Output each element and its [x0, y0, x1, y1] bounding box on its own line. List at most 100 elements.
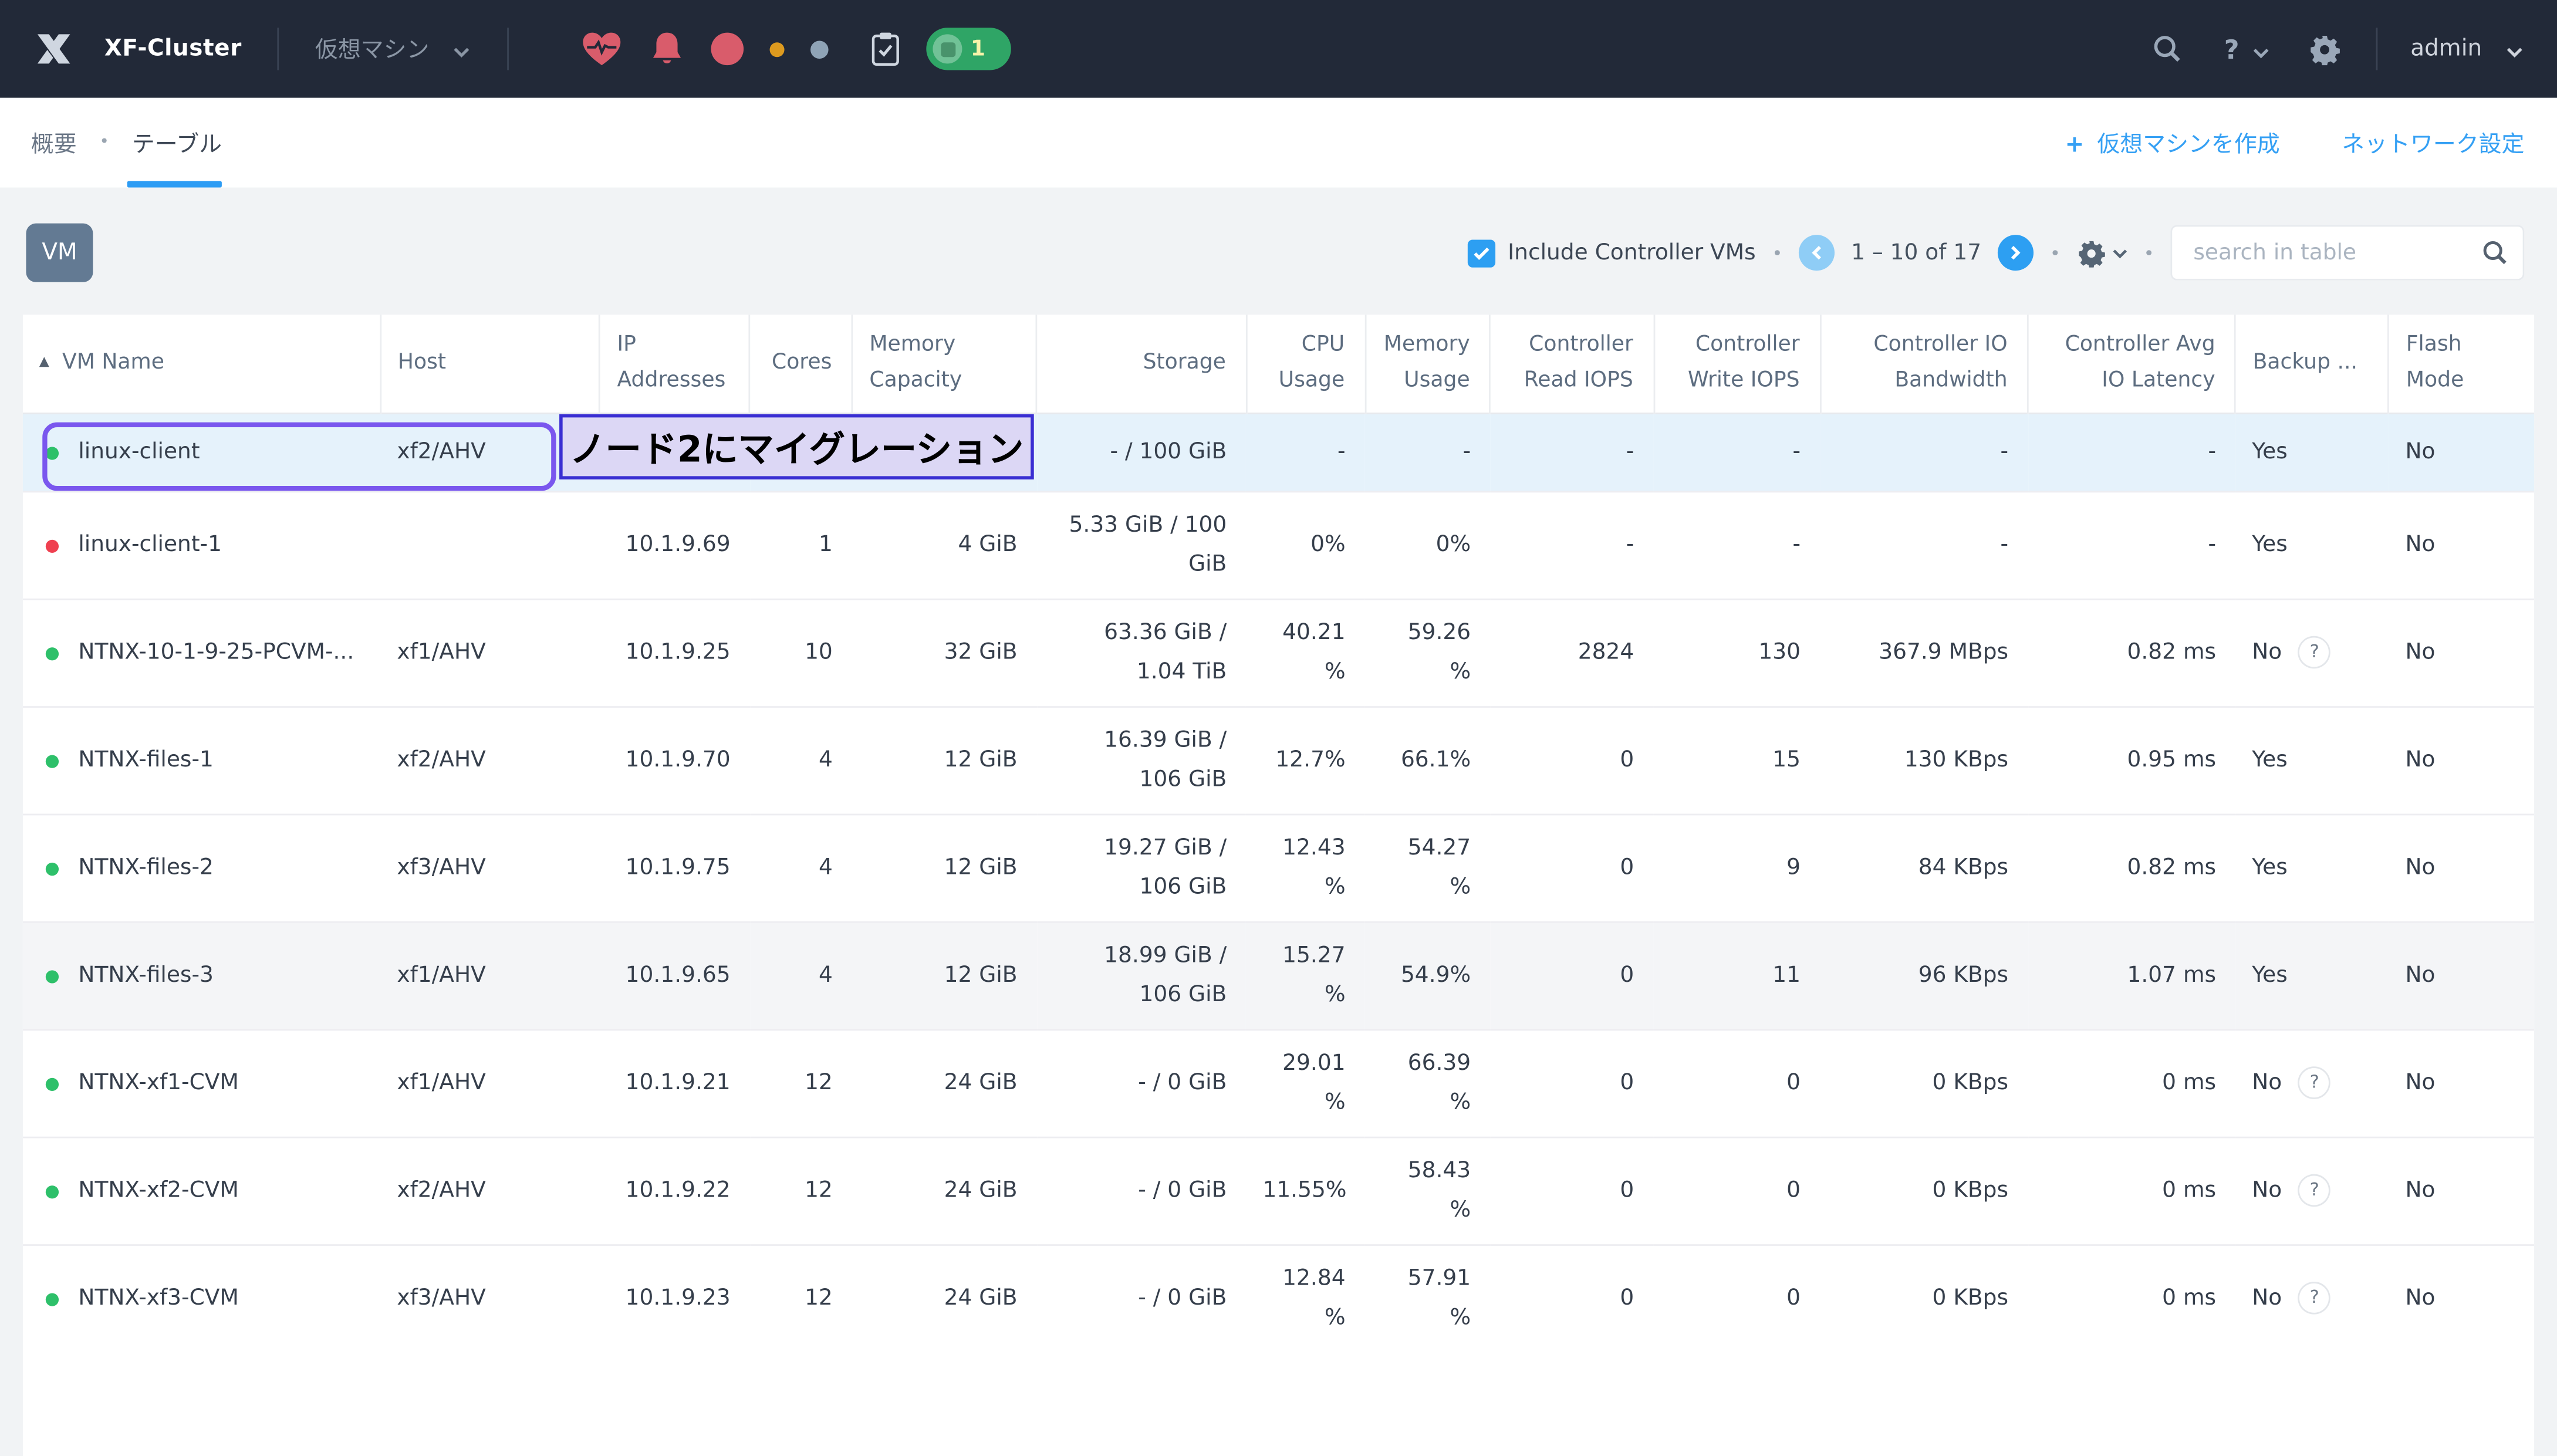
cell-flash: No — [2389, 492, 2534, 599]
table-row[interactable]: NTNX-10-1-9-25-PCVM-...xf1/AHV10.1.9.251… — [23, 599, 2534, 707]
vm-entity-button[interactable]: VM — [26, 224, 93, 282]
tab-overview[interactable]: 概要 — [31, 126, 77, 159]
vm-table: ▲VM NameHostIP AddressesCoresMemory Capa… — [23, 315, 2534, 1353]
cell-read-iops: 0 — [1490, 922, 1653, 1029]
chevron-down-icon[interactable] — [452, 33, 471, 65]
cell-backup: No? — [2235, 1030, 2389, 1137]
create-vm-button[interactable]: +仮想マシンを作成 — [2065, 126, 2280, 159]
top-navbar: XF-Cluster 仮想マシン — [0, 0, 2557, 98]
table-header-row: ▲VM NameHostIP AddressesCoresMemory Capa… — [23, 315, 2534, 413]
cell-io-bandwidth: 367.9 MBps — [1820, 599, 2028, 707]
cell-cores: 12 — [750, 1137, 852, 1245]
cell-backup: Yes — [2235, 922, 2389, 1029]
cell-ip: 10.1.9.69 — [600, 492, 750, 599]
table-settings-gear-icon[interactable] — [2077, 239, 2127, 266]
column-header-controller-read-iops[interactable]: Controller Read IOPS — [1490, 315, 1653, 413]
search-icon[interactable] — [2152, 34, 2181, 63]
cell-flash: No — [2389, 413, 2534, 491]
network-config-button[interactable]: ネットワーク設定 — [2342, 126, 2524, 159]
pagination-prev-button[interactable] — [1799, 235, 1835, 271]
vm-name[interactable]: NTNX-xf3-CVM — [78, 1280, 238, 1319]
backup-help-icon[interactable]: ? — [2298, 1282, 2331, 1315]
column-header-flash-mode[interactable]: Flash Mode — [2389, 315, 2534, 413]
include-controller-vms-checkbox[interactable] — [1467, 239, 1495, 266]
table-row[interactable]: NTNX-files-2xf3/AHV10.1.9.75412 GiB19.27… — [23, 815, 2534, 922]
settings-gear-icon[interactable] — [2309, 33, 2340, 65]
vm-name[interactable]: NTNX-10-1-9-25-PCVM-... — [78, 634, 354, 673]
column-header-host[interactable]: Host — [381, 315, 600, 413]
cell-ip: 10.1.9.21 — [600, 1030, 750, 1137]
cell-io-latency: 1.07 ms — [2028, 922, 2235, 1029]
cell-memory: 12 GiB — [852, 922, 1037, 1029]
column-header-cpu-usage[interactable]: CPU Usage — [1247, 315, 1365, 413]
cell-io-bandwidth: 84 KBps — [1820, 815, 2028, 922]
vm-name[interactable]: NTNX-xf1-CVM — [78, 1065, 238, 1103]
vm-name[interactable]: linux-client — [78, 433, 200, 472]
backup-help-icon[interactable]: ? — [2298, 1066, 2331, 1099]
pagination-next-button[interactable] — [1998, 235, 2034, 271]
tasks-clipboard-icon[interactable] — [871, 31, 900, 67]
cell-flash: No — [2389, 815, 2534, 922]
alerts-bell-icon[interactable] — [649, 29, 685, 69]
column-header-memory-capacity[interactable]: Memory Capacity — [852, 315, 1037, 413]
column-header-ip-addresses[interactable]: IP Addresses — [600, 315, 750, 413]
help-chevron-down-icon[interactable] — [2252, 33, 2271, 65]
table-row[interactable]: NTNX-files-3xf1/AHV10.1.9.65412 GiB18.99… — [23, 922, 2534, 1029]
column-header-vm-name[interactable]: ▲VM Name — [23, 315, 381, 413]
table-row[interactable]: linux-client-110.1.9.6914 GiB5.33 GiB / … — [23, 492, 2534, 599]
cell-cpu: 29.01 % — [1247, 1030, 1365, 1137]
column-header-cores[interactable]: Cores — [750, 315, 852, 413]
column-header-backup[interactable]: Backup ... — [2235, 315, 2389, 413]
cell-name: NTNX-files-2 — [23, 815, 381, 922]
column-header-memory-usage[interactable]: Memory Usage — [1365, 315, 1491, 413]
cell-name: linux-client-1 — [23, 492, 381, 599]
user-menu[interactable]: admin — [2410, 36, 2482, 62]
cell-memory-usage: 66.39 % — [1365, 1030, 1491, 1137]
help-icon[interactable]: ? — [2224, 33, 2240, 65]
table-row[interactable]: NTNX-xf1-CVMxf1/AHV10.1.9.211224 GiB- / … — [23, 1030, 2534, 1137]
tab-table[interactable]: テーブル — [132, 126, 222, 159]
table-row[interactable]: NTNX-xf3-CVMxf3/AHV10.1.9.231224 GiB- / … — [23, 1245, 2534, 1353]
column-header-controller-write-iops[interactable]: Controller Write IOPS — [1654, 315, 1820, 413]
backup-help-icon[interactable]: ? — [2298, 636, 2331, 668]
table-row[interactable]: NTNX-xf2-CVMxf2/AHV10.1.9.221224 GiB- / … — [23, 1137, 2534, 1245]
vm-name[interactable]: NTNX-files-3 — [78, 957, 214, 995]
cell-io-latency: 0.82 ms — [2028, 599, 2235, 707]
cell-read-iops: 0 — [1490, 1245, 1653, 1353]
user-chevron-down-icon[interactable] — [2505, 33, 2524, 65]
table-row[interactable]: NTNX-files-1xf2/AHV10.1.9.70412 GiB16.39… — [23, 707, 2534, 815]
cell-io-latency: 0 ms — [2028, 1030, 2235, 1137]
backup-help-icon[interactable]: ? — [2298, 1174, 2331, 1207]
separator-dot: • — [2050, 242, 2061, 264]
cell-io-bandwidth: 0 KBps — [1820, 1030, 2028, 1137]
cell-flash: No — [2389, 1030, 2534, 1137]
active-tab-underline — [127, 181, 222, 187]
running-tasks-badge[interactable]: 1 — [927, 28, 1011, 70]
vm-name[interactable]: linux-client-1 — [78, 526, 222, 565]
warning-alert-dot[interactable] — [770, 42, 785, 56]
cell-backup: No? — [2235, 599, 2389, 707]
cell-memory: 24 GiB — [852, 1030, 1037, 1137]
section-dropdown[interactable]: 仮想マシン — [315, 33, 430, 66]
column-header-controller-io-bandwidth[interactable]: Controller IO Bandwidth — [1820, 315, 2028, 413]
health-heart-icon[interactable] — [581, 29, 623, 69]
column-header-controller-avg-io-latency[interactable]: Controller Avg IO Latency — [2028, 315, 2235, 413]
nav-status-icons: 1 — [581, 28, 1012, 70]
sort-ascending-icon: ▲ — [39, 354, 49, 369]
cell-write-iops: 0 — [1654, 1030, 1820, 1137]
info-alert-dot[interactable] — [811, 40, 829, 58]
search-icon[interactable] — [2482, 239, 2508, 265]
nutanix-logo-icon[interactable] — [33, 29, 75, 69]
vm-name[interactable]: NTNX-files-2 — [78, 849, 214, 888]
vm-power-status-green-dot — [46, 1185, 59, 1198]
critical-alert-dot[interactable] — [711, 33, 744, 66]
cell-memory-usage: 54.27 % — [1365, 815, 1491, 922]
cell-memory-usage: 66.1% — [1365, 707, 1491, 815]
cell-cpu: 0% — [1247, 492, 1365, 599]
table-row[interactable]: linux-clientxf2/AHV- / 100 GiB------YesN… — [23, 413, 2534, 491]
vm-name[interactable]: NTNX-files-1 — [78, 741, 214, 780]
column-header-storage[interactable]: Storage — [1037, 315, 1247, 413]
table-search-input[interactable] — [2190, 238, 2482, 268]
vm-name[interactable]: NTNX-xf2-CVM — [78, 1172, 238, 1211]
cell-memory-usage: - — [1365, 413, 1491, 491]
